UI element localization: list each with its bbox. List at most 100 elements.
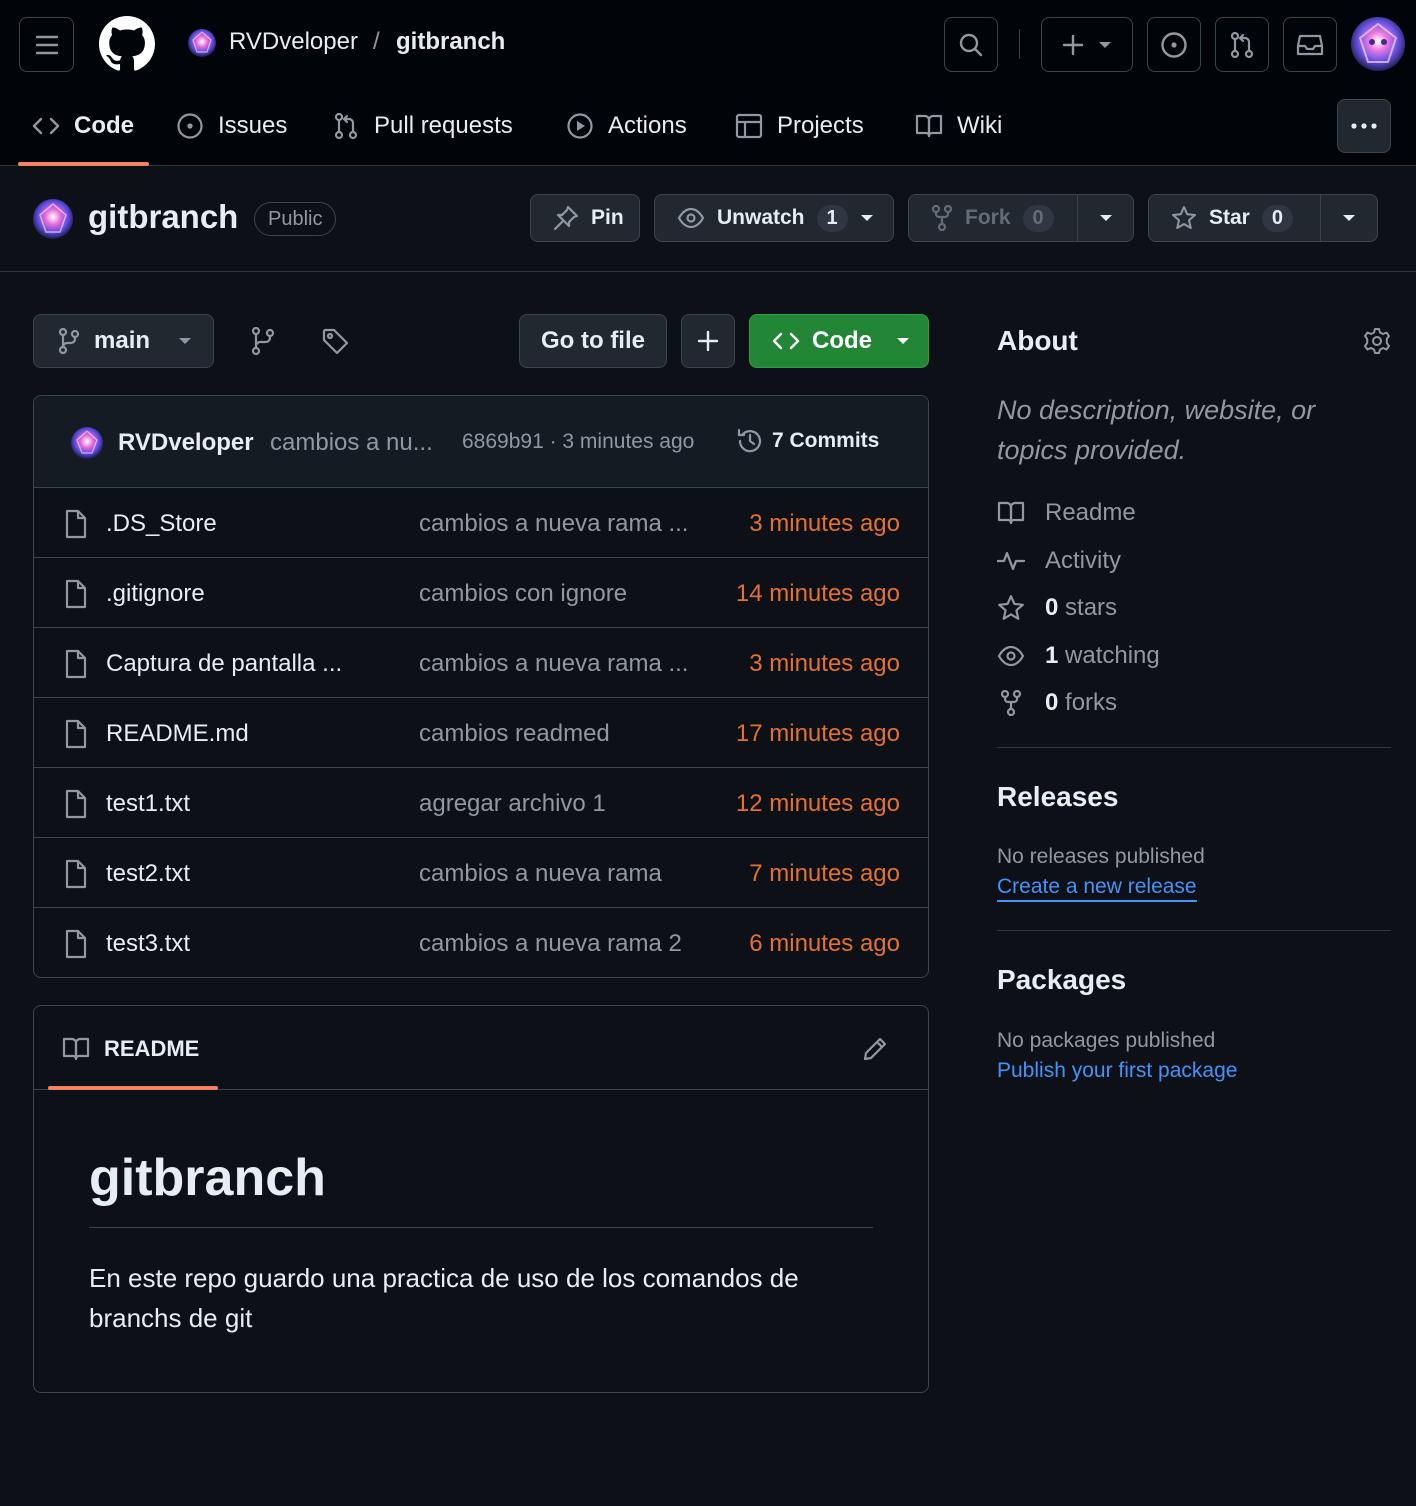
commit-message[interactable]: cambios a nu... xyxy=(270,429,433,457)
file-commit-message[interactable]: cambios a nueva rama xyxy=(419,860,662,888)
edit-readme-button[interactable] xyxy=(862,1036,888,1062)
code-icon xyxy=(772,332,800,350)
commit-hash-time[interactable]: 6869b91 · 3 minutes ago xyxy=(462,430,694,454)
breadcrumb-owner[interactable]: RVDveloper xyxy=(229,28,358,56)
star-count: 0 xyxy=(1261,204,1293,232)
global-header: RVDveloper / gitbranch Code Issues Pull … xyxy=(0,0,1416,166)
star-dropdown-button[interactable] xyxy=(1321,214,1377,222)
file-name[interactable]: test2.txt xyxy=(106,860,190,888)
commits-link[interactable]: 7 Commits xyxy=(736,427,879,455)
branches-button[interactable] xyxy=(250,327,276,355)
file-name[interactable]: test3.txt xyxy=(106,930,190,958)
table-row: test1.txt agregar archivo 1 12 minutes ago xyxy=(34,768,928,838)
fork-button[interactable]: Fork 0 xyxy=(909,195,1078,241)
file-commit-message[interactable]: cambios readmed xyxy=(419,720,610,748)
about-activity[interactable]: Activity xyxy=(997,546,1121,576)
pull-request-icon xyxy=(1230,31,1254,58)
file-name[interactable]: test1.txt xyxy=(106,790,190,818)
search-button[interactable] xyxy=(944,17,998,72)
pull-request-icon xyxy=(334,112,358,140)
readme-panel: README gitbranch En este repo guardo una… xyxy=(33,1005,929,1393)
file-icon xyxy=(64,649,88,679)
owner-avatar xyxy=(187,28,217,58)
code-dropdown-button[interactable]: Code xyxy=(749,314,929,368)
about-stars[interactable]: 0 stars xyxy=(997,593,1117,623)
repo-name[interactable]: gitbranch xyxy=(88,198,238,236)
file-commit-message[interactable]: cambios a nueva rama ... xyxy=(419,650,688,678)
file-name[interactable]: .DS_Store xyxy=(106,510,217,538)
file-icon xyxy=(64,579,88,609)
file-commit-message[interactable]: agregar archivo 1 xyxy=(419,790,606,818)
about-watching[interactable]: 1 watching xyxy=(997,641,1160,671)
tab-pull-requests[interactable]: Pull requests xyxy=(332,100,513,152)
about-readme[interactable]: Readme xyxy=(997,498,1136,528)
inbox-button[interactable] xyxy=(1283,17,1337,72)
file-name[interactable]: Captura de pantalla ... xyxy=(106,650,342,678)
commit-author[interactable]: RVDveloper xyxy=(118,429,254,457)
branch-selector[interactable]: main xyxy=(33,314,214,368)
releases-title[interactable]: Releases xyxy=(997,781,1118,813)
tab-wiki-label: Wiki xyxy=(957,112,1003,139)
star-icon xyxy=(998,595,1024,620)
tab-issues[interactable]: Issues xyxy=(176,100,287,152)
about-readme-label: Readme xyxy=(1045,499,1136,526)
watch-count: 1 xyxy=(816,204,848,232)
readme-heading: gitbranch xyxy=(89,1149,326,1207)
file-name[interactable]: .gitignore xyxy=(106,580,205,608)
readme-tab[interactable]: README xyxy=(62,1036,199,1062)
kebab-horizontal-icon xyxy=(1351,123,1377,129)
watching-text: watching xyxy=(1058,642,1160,669)
about-forks-label: 0 forks xyxy=(1045,689,1117,717)
book-icon xyxy=(915,114,943,138)
menu-button[interactable] xyxy=(19,17,74,72)
tab-wiki[interactable]: Wiki xyxy=(915,100,1002,152)
header-divider xyxy=(1019,29,1020,59)
file-commit-age: 6 minutes ago xyxy=(749,930,900,957)
file-name[interactable]: README.md xyxy=(106,720,249,748)
sidebar-divider xyxy=(997,930,1391,931)
about-forks[interactable]: 0 forks xyxy=(997,688,1117,718)
go-to-file-button[interactable]: Go to file xyxy=(519,314,667,368)
fork-button-group: Fork 0 xyxy=(908,194,1134,242)
fork-dropdown-button[interactable] xyxy=(1078,214,1133,222)
caret-down-icon xyxy=(179,338,192,344)
file-commit-message[interactable]: cambios a nueva rama 2 xyxy=(419,930,682,958)
tags-button[interactable] xyxy=(322,328,350,356)
about-description: No description, website, or topics provi… xyxy=(997,395,1316,465)
pin-button[interactable]: Pin xyxy=(530,194,640,242)
breadcrumb-repo[interactable]: gitbranch xyxy=(396,28,505,56)
play-icon xyxy=(567,113,593,139)
about-settings-button[interactable] xyxy=(1363,327,1391,355)
publish-package-link[interactable]: Publish your first package xyxy=(997,1059,1237,1083)
pull-requests-button[interactable] xyxy=(1215,17,1269,72)
file-browser: RVDveloper cambios a nu... 6869b91 · 3 m… xyxy=(33,395,929,978)
create-release-link[interactable]: Create a new release xyxy=(997,875,1197,902)
packages-title[interactable]: Packages xyxy=(997,964,1126,996)
file-icon xyxy=(64,719,88,749)
about-activity-label: Activity xyxy=(1045,547,1122,574)
hamburger-icon xyxy=(35,35,58,54)
file-list: .DS_Store cambios a nueva rama ... 3 minut… xyxy=(34,488,928,977)
star-button[interactable]: Star 0 xyxy=(1149,195,1321,241)
caret-down-icon xyxy=(860,215,873,221)
add-file-button[interactable] xyxy=(681,314,735,368)
table-row: README.md cambios readmed 17 minutes ago xyxy=(34,698,928,768)
unwatch-button[interactable]: Unwatch 1 xyxy=(654,194,894,242)
github-logo-icon[interactable] xyxy=(99,16,155,72)
more-tabs-button[interactable] xyxy=(1337,99,1391,153)
file-commit-message[interactable]: cambios con ignore xyxy=(419,580,627,608)
caret-down-icon xyxy=(1099,215,1112,221)
file-commit-message[interactable]: cambios a nueva rama ... xyxy=(419,510,688,538)
table-row: .DS_Store cambios a nueva rama ... 3 minut… xyxy=(34,488,928,558)
commit-author-avatar[interactable] xyxy=(70,426,104,460)
user-avatar[interactable] xyxy=(1350,16,1406,72)
code-icon xyxy=(32,117,60,135)
tab-code[interactable]: Code xyxy=(32,100,134,152)
file-commit-age: 12 minutes ago xyxy=(735,790,900,817)
tab-actions[interactable]: Actions xyxy=(566,100,687,152)
inbox-icon xyxy=(1296,34,1324,55)
pencil-icon xyxy=(863,1037,887,1061)
create-new-button[interactable] xyxy=(1041,17,1133,72)
tab-projects[interactable]: Projects xyxy=(735,100,864,152)
issues-button[interactable] xyxy=(1147,17,1201,72)
